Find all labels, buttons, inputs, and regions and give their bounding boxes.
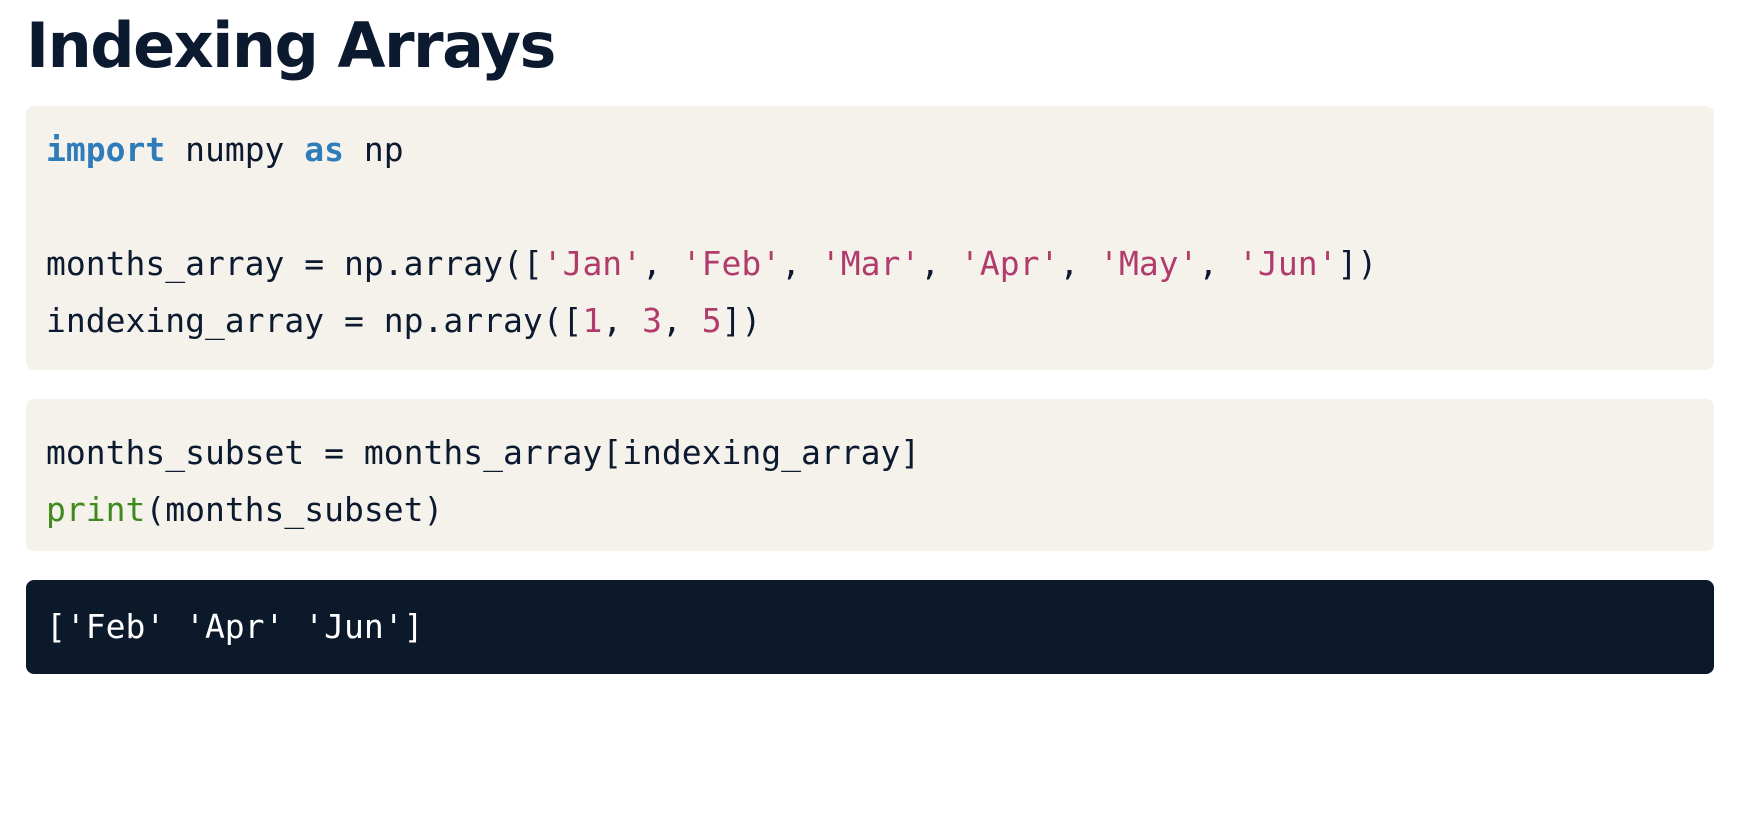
code-text: numpy	[165, 130, 305, 169]
code-text: np	[344, 130, 404, 169]
code-text: ])	[721, 301, 762, 340]
code-string: 'May'	[1099, 244, 1199, 283]
page-title: Indexing Arrays	[26, 9, 556, 82]
code-string: 'Jun'	[1238, 244, 1338, 283]
code-text: ,	[602, 301, 643, 340]
code-number: 3	[642, 301, 662, 340]
code-keyword: import	[46, 130, 166, 169]
code-line: indexing_array = np.array([1, 3, 5])	[46, 292, 1694, 349]
code-text: (months_subset)	[145, 490, 444, 529]
code-block-indexing[interactable]: months_subset = months_array[indexing_ar…	[26, 399, 1714, 551]
code-text: ])	[1337, 244, 1378, 283]
code-text: ,	[661, 301, 702, 340]
code-text: months_array = np.array([	[46, 244, 543, 283]
code-string: 'Feb'	[681, 244, 782, 283]
output-block: ['Feb' 'Apr' 'Jun']	[26, 580, 1714, 674]
code-string: 'Jan'	[542, 244, 643, 283]
code-number: 1	[582, 301, 603, 340]
code-line: import numpy as np	[46, 121, 1694, 178]
code-text: ,	[781, 244, 821, 283]
code-builtin: print	[46, 490, 146, 529]
code-line: months_subset = months_array[indexing_ar…	[46, 424, 1694, 481]
code-string: 'Mar'	[820, 244, 921, 283]
code-block-setup[interactable]: import numpy as np months_array = np.arra…	[26, 106, 1714, 370]
code-number: 5	[701, 301, 722, 340]
code-text: ,	[1198, 244, 1239, 283]
code-text: ,	[1059, 244, 1100, 283]
code-text: months_subset = months_array[indexing_ar…	[46, 433, 921, 472]
code-text: ,	[642, 244, 682, 283]
code-text: ,	[920, 244, 960, 283]
code-string: 'Apr'	[959, 244, 1060, 283]
code-line: months_array = np.array(['Jan', 'Feb', '…	[46, 235, 1694, 292]
output-text: ['Feb' 'Apr' 'Jun']	[46, 607, 424, 646]
code-keyword: as	[304, 130, 345, 169]
code-line: print(months_subset)	[46, 481, 1694, 538]
code-text: indexing_array = np.array([	[46, 301, 583, 340]
